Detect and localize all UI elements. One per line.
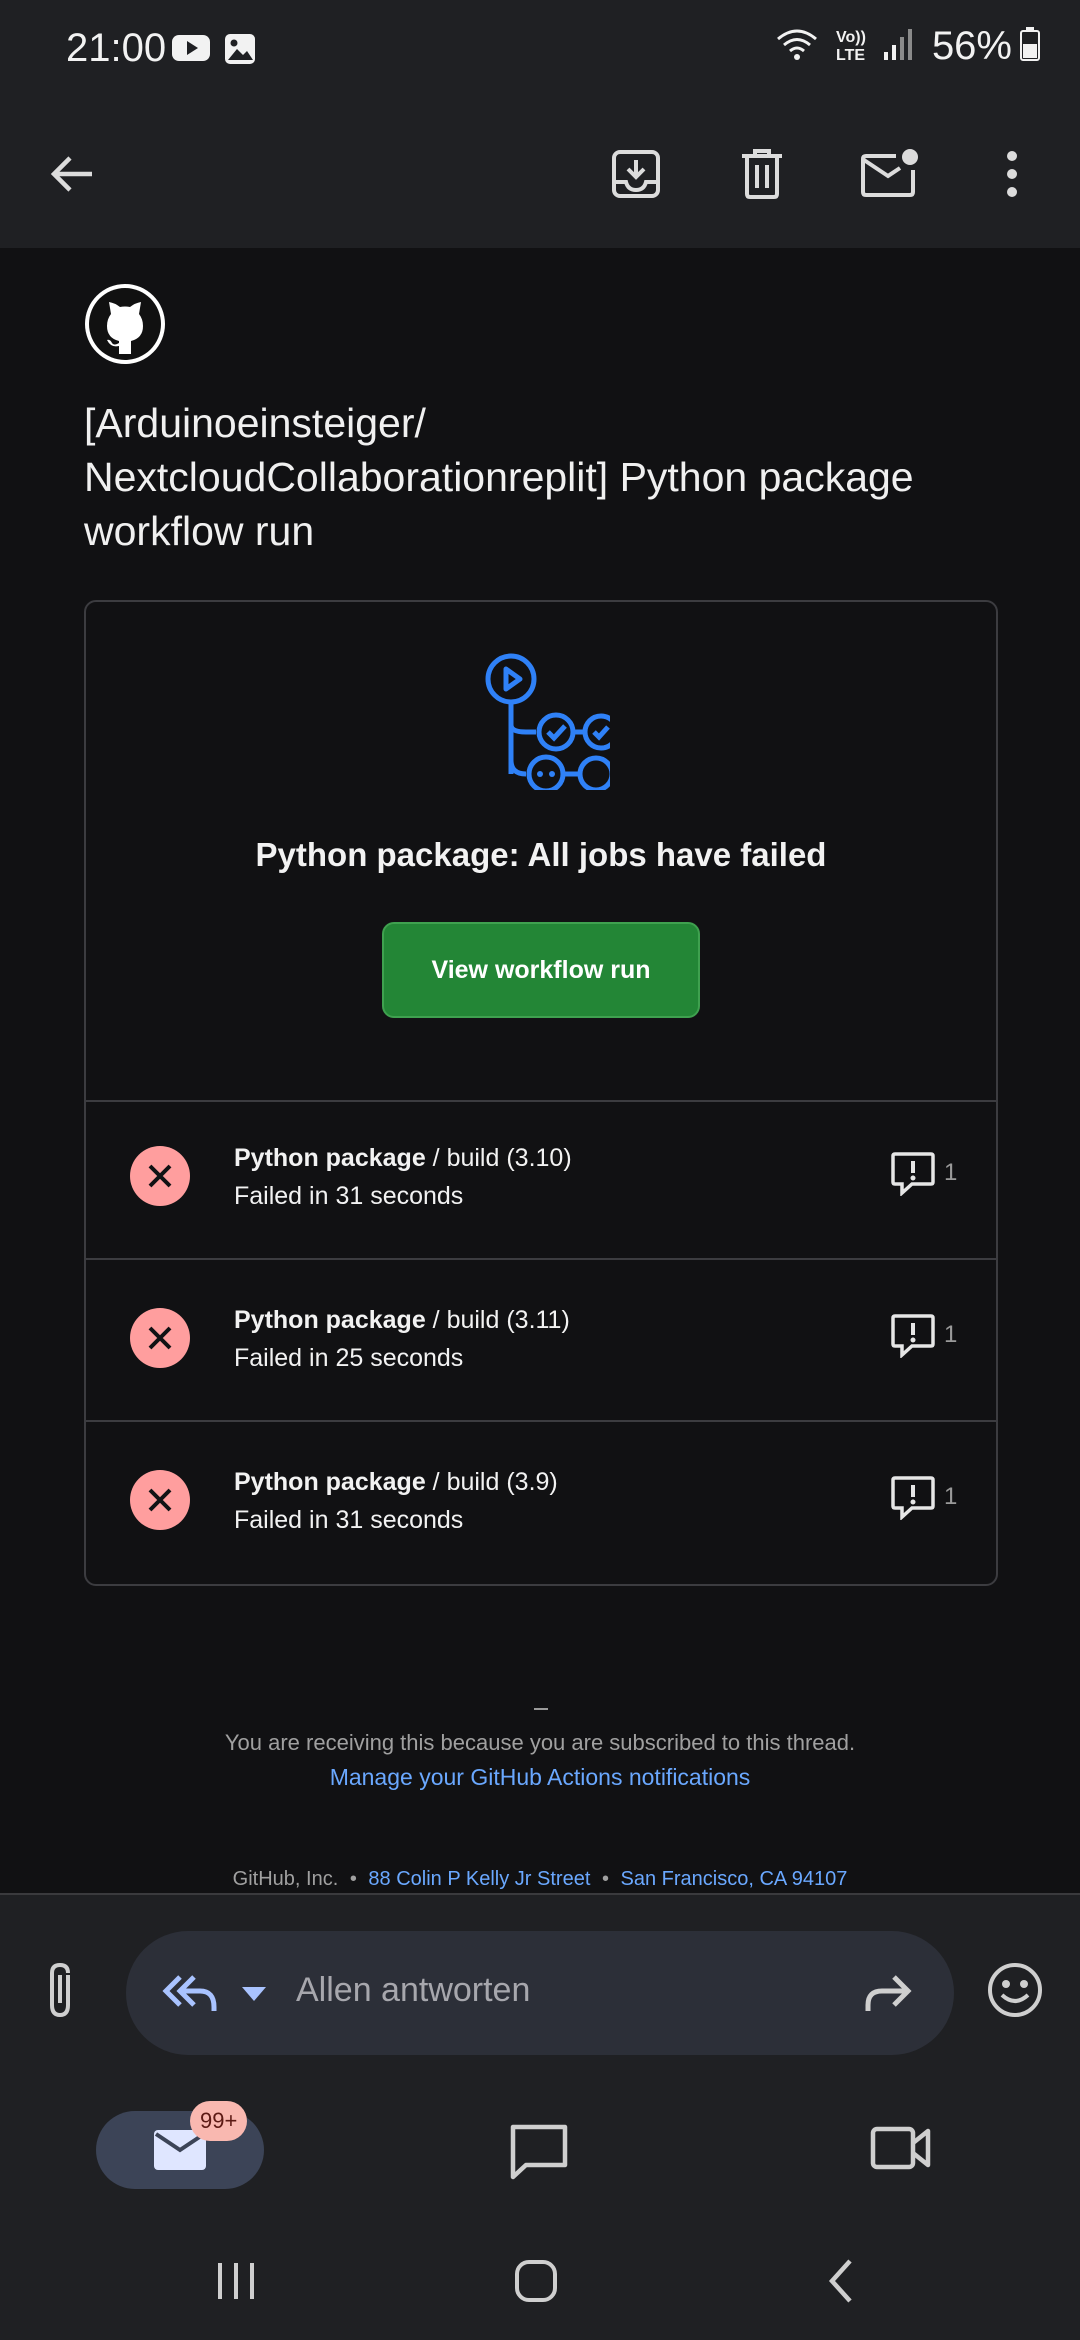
- separator-dot: •: [601, 1868, 609, 1890]
- subject-line-1: [Arduinoeinsteiger/: [84, 400, 426, 446]
- github-logo: [85, 284, 165, 364]
- workflow-card: Python package: All jobs have failed Vie…: [84, 600, 998, 1586]
- annotation-count: 1: [944, 1159, 958, 1186]
- job-status: Failed in 25 seconds: [234, 1344, 464, 1372]
- back-button[interactable]: [38, 140, 106, 208]
- job-build-name: / build (3.11): [425, 1306, 570, 1334]
- more-options-button[interactable]: [978, 140, 1046, 208]
- recent-apps-icon: [218, 2263, 254, 2299]
- home-button[interactable]: [512, 2257, 560, 2310]
- battery-text: 56%: [931, 24, 1012, 68]
- workflow-status-title: Python package: All jobs have failed: [255, 836, 827, 873]
- status-bar: 21:00 Vo)) LTE 56%: [0, 0, 1080, 100]
- delete-icon: [742, 149, 782, 199]
- chevron-down-icon: [242, 1987, 266, 2001]
- job-annotations[interactable]: 1: [890, 1312, 957, 1358]
- wifi-icon: [776, 27, 818, 66]
- forward-icon: [865, 1975, 912, 2011]
- company-address: GitHub, Inc. • 88 Colin P Kelly Jr Stree…: [0, 1868, 1080, 1891]
- job-row[interactable]: Python package / build (3.9) Failed in 3…: [86, 1424, 996, 1584]
- failed-icon: [130, 1308, 190, 1368]
- archive-button[interactable]: [602, 140, 670, 208]
- back-arrow-icon: [50, 156, 92, 192]
- job-status: Failed in 31 seconds: [234, 1506, 464, 1534]
- email-body[interactable]: [Arduinoeinsteiger/ NextcloudCollaborati…: [0, 248, 1080, 1893]
- annotation-icon: [891, 1476, 935, 1520]
- job-title[interactable]: Python package / build (3.11): [234, 1306, 570, 1335]
- separator-dot: •: [349, 1868, 357, 1890]
- workflow-icon: [470, 650, 620, 795]
- job-annotations[interactable]: 1: [890, 1474, 957, 1520]
- job-workflow-name: Python package: [234, 1306, 426, 1334]
- subscription-note: You are receiving this because you are s…: [224, 1730, 856, 1755]
- failed-icon: [130, 1146, 190, 1206]
- failed-icon: [130, 1470, 190, 1530]
- video-camera-icon: [870, 2126, 931, 2170]
- annotation-icon: [891, 1152, 935, 1196]
- workflow-card-header: Python package: All jobs have failed Vie…: [86, 602, 996, 1102]
- system-navigation-bar: [0, 2227, 1080, 2340]
- youtube-icon: [172, 33, 210, 70]
- github-icon: [89, 288, 161, 360]
- unread-count-badge: 99+: [190, 2101, 248, 2141]
- reply-all-icon[interactable]: [160, 1969, 220, 2022]
- emoji-button[interactable]: [986, 1961, 1044, 2024]
- view-workflow-run-button[interactable]: View workflow run: [382, 922, 700, 1018]
- forward-button[interactable]: [862, 1971, 914, 2020]
- status-time: 21:00: [66, 26, 167, 70]
- subject-line-2: NextcloudCollaborationreplit] Python pac…: [84, 454, 914, 500]
- job-workflow-name: Python package: [234, 1144, 426, 1172]
- address-city-link[interactable]: San Francisco, CA 94107: [621, 1868, 848, 1890]
- volte-bottom: LTE: [836, 46, 866, 64]
- reply-placeholder[interactable]: Allen antworten: [296, 1971, 530, 2010]
- bottom-navigation: 99+: [0, 2087, 1080, 2227]
- job-annotations[interactable]: 1: [890, 1150, 957, 1196]
- manage-notifications-link[interactable]: Manage your GitHub Actions notifications: [0, 1764, 1080, 1791]
- recent-apps-button[interactable]: [212, 2257, 260, 2310]
- job-status: Failed in 31 seconds: [234, 1182, 464, 1210]
- job-build-name: / build (3.9): [425, 1468, 558, 1496]
- annotation-icon: [891, 1314, 935, 1358]
- job-workflow-name: Python package: [234, 1468, 426, 1496]
- battery-icon: [1020, 27, 1040, 66]
- reply-options-dropdown[interactable]: [240, 1985, 268, 2008]
- job-build-name: / build (3.10): [425, 1144, 572, 1172]
- email-subject: [Arduinoeinsteiger/ NextcloudCollaborati…: [84, 396, 1024, 558]
- annotation-count: 1: [944, 1321, 958, 1348]
- home-icon: [515, 2260, 557, 2302]
- emoji-icon: [988, 1963, 1042, 2017]
- subject-line-3: workflow run: [84, 508, 315, 554]
- attachment-icon: [50, 1962, 70, 2018]
- delete-button[interactable]: [728, 140, 796, 208]
- nav-meet-tab[interactable]: [870, 2123, 932, 2178]
- job-title[interactable]: Python package / build (3.9): [234, 1468, 558, 1497]
- archive-icon: [612, 150, 660, 198]
- address-street-link[interactable]: 88 Colin P Kelly Jr Street: [368, 1868, 590, 1890]
- reply-all-field[interactable]: Allen antworten: [126, 1931, 954, 2055]
- email-toolbar: [0, 100, 1080, 248]
- nav-chat-tab[interactable]: [508, 2123, 570, 2186]
- volte-top: Vo)): [836, 28, 866, 46]
- attach-button[interactable]: [38, 1961, 84, 2026]
- job-row[interactable]: Python package / build (3.10) Failed in …: [86, 1100, 996, 1260]
- mark-unread-icon: [861, 149, 918, 197]
- reply-bar: Allen antworten: [0, 1893, 1080, 2089]
- job-title[interactable]: Python package / build (3.10): [234, 1144, 572, 1173]
- more-vert-icon: [1007, 151, 1017, 197]
- footer-divider: [534, 1708, 548, 1710]
- job-row[interactable]: Python package / build (3.11) Failed in …: [86, 1262, 996, 1422]
- mark-unread-button[interactable]: [856, 140, 924, 208]
- signal-icon: [883, 28, 914, 65]
- volte-icon: Vo)) LTE: [836, 29, 866, 65]
- address-company: GitHub, Inc.: [232, 1868, 339, 1890]
- chevron-left-icon: [828, 2259, 852, 2303]
- gallery-icon: [224, 33, 256, 70]
- annotation-count: 1: [944, 1483, 958, 1510]
- system-back-button[interactable]: [818, 2257, 866, 2310]
- chat-icon: [510, 2124, 568, 2180]
